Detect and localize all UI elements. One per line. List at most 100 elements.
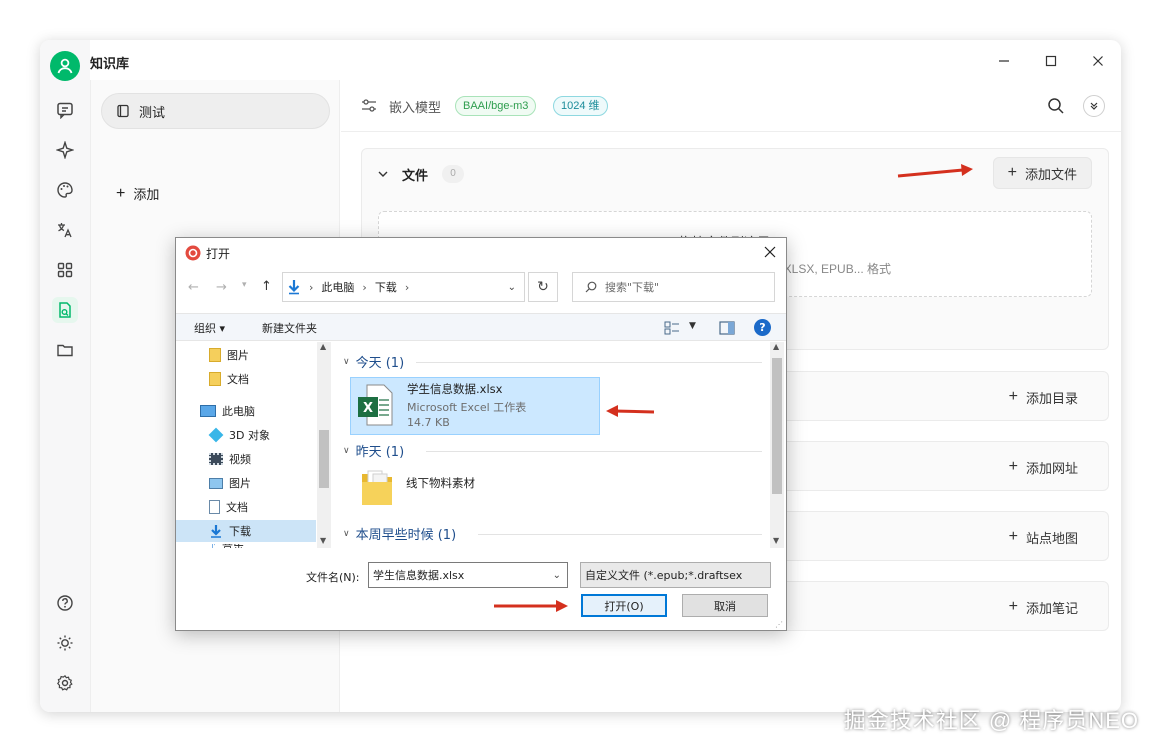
files-scrollbar[interactable]: ▲ ▼ bbox=[770, 342, 784, 548]
scroll-down-icon[interactable]: ▼ bbox=[773, 536, 779, 545]
forward-arrow-icon[interactable]: → bbox=[216, 280, 227, 295]
back-arrow-icon[interactable]: ← bbox=[188, 280, 199, 295]
add-directory-button[interactable]: + 添加目录 bbox=[995, 381, 1092, 413]
sparkle-icon[interactable] bbox=[52, 137, 78, 163]
nav-item-pictures[interactable]: 图片 bbox=[176, 472, 316, 494]
file-size: 14.7 KB bbox=[407, 416, 450, 429]
user-icon bbox=[57, 58, 73, 74]
nav-item-documents-quick[interactable]: 文档 bbox=[176, 368, 316, 390]
cancel-button[interactable]: 取消 bbox=[682, 594, 768, 617]
group-title: 昨天 (1) bbox=[355, 445, 405, 460]
download-arrow-icon bbox=[288, 280, 300, 295]
svg-text:X: X bbox=[363, 401, 373, 416]
add-note-label: 添加笔记 bbox=[1025, 600, 1078, 616]
app-title: 知识库 bbox=[90, 56, 130, 71]
group-divider bbox=[478, 534, 762, 535]
nav-item-music[interactable]: ♪ 音乐 bbox=[176, 544, 316, 548]
plus-icon: + bbox=[1008, 388, 1018, 405]
address-bar[interactable]: › 此电脑 › 下载 › ⌄ bbox=[282, 272, 525, 302]
nav-scrollbar[interactable]: ▲ ▼ bbox=[317, 342, 331, 548]
sidebar-item-label: 测试 bbox=[139, 104, 166, 120]
pictures-icon bbox=[209, 477, 223, 489]
folder-icon[interactable] bbox=[52, 337, 78, 363]
settings-icon[interactable] bbox=[52, 670, 78, 696]
view-options-icon[interactable] bbox=[664, 321, 680, 335]
palette-icon[interactable] bbox=[52, 177, 78, 203]
close-button[interactable] bbox=[1085, 50, 1111, 72]
watermark: 掘金技术社区 @ 程序员NEO bbox=[843, 708, 1139, 733]
nav-item-label: 文档 bbox=[227, 373, 249, 386]
new-folder-button[interactable]: 新建文件夹 bbox=[262, 320, 317, 336]
organize-menu[interactable]: 组织 ▾ bbox=[194, 320, 225, 336]
files-scroll-thumb[interactable] bbox=[772, 358, 782, 494]
group-yesterday[interactable]: ∨ 昨天 (1) bbox=[343, 441, 404, 460]
add-knowledge-button[interactable]: + 添加 bbox=[116, 184, 159, 203]
add-note-button[interactable]: + 添加笔记 bbox=[995, 591, 1092, 623]
add-directory-label: 添加目录 bbox=[1025, 390, 1078, 406]
chevron-double-down-icon bbox=[1090, 102, 1098, 110]
filename-input[interactable]: 学生信息数据.xlsx ⌄ bbox=[368, 562, 568, 588]
dialog-toolbar: 组织 ▾ 新建文件夹 ▼ ? bbox=[176, 313, 786, 341]
sliders-icon[interactable] bbox=[361, 98, 377, 114]
path-segment-downloads[interactable]: 下载 bbox=[375, 279, 397, 295]
nav-item-documents[interactable]: 文档 bbox=[176, 496, 316, 518]
add-url-button[interactable]: + 添加网址 bbox=[995, 451, 1092, 483]
view-dropdown-icon[interactable]: ▼ bbox=[689, 321, 696, 331]
open-button[interactable]: 打开(O) bbox=[581, 594, 667, 617]
add-knowledge-label: 添加 bbox=[133, 187, 160, 202]
group-earlier-this-week[interactable]: ∨ 本周早些时候 (1) bbox=[343, 524, 456, 543]
brightness-icon[interactable] bbox=[52, 630, 78, 656]
nav-item-3d-objects[interactable]: 3D 对象 bbox=[176, 424, 316, 446]
nav-item-videos[interactable]: 视频 bbox=[176, 448, 316, 470]
minimize-button[interactable] bbox=[991, 50, 1017, 72]
search-icon[interactable] bbox=[1047, 97, 1065, 115]
address-dropdown-icon[interactable]: ⌄ bbox=[508, 282, 516, 293]
group-title: 本周早些时候 (1) bbox=[355, 528, 457, 543]
up-arrow-icon[interactable]: ↑ bbox=[261, 279, 272, 294]
translate-icon[interactable] bbox=[52, 217, 78, 243]
recent-dropdown-icon[interactable]: ▾ bbox=[242, 280, 247, 290]
group-today[interactable]: ∨ 今天 (1) bbox=[343, 352, 404, 371]
knowledge-base-icon[interactable] bbox=[52, 297, 78, 323]
minimize-icon bbox=[999, 60, 1009, 62]
sitemap-button[interactable]: + 站点地图 bbox=[995, 521, 1092, 553]
nav-item-this-pc[interactable]: 此电脑 bbox=[176, 400, 316, 422]
help-icon[interactable] bbox=[52, 590, 78, 616]
maximize-button[interactable] bbox=[1038, 50, 1064, 72]
apps-grid-icon[interactable] bbox=[52, 257, 78, 283]
avatar[interactable] bbox=[50, 51, 80, 81]
dialog-close-icon[interactable] bbox=[764, 246, 776, 258]
refresh-icon: ↻ bbox=[537, 279, 549, 295]
folder-item[interactable]: 线下物料素材 bbox=[350, 466, 600, 514]
refresh-button[interactable]: ↻ bbox=[528, 272, 558, 302]
search-box[interactable]: 搜索"下载" bbox=[572, 272, 775, 302]
scroll-up-icon[interactable]: ▲ bbox=[320, 342, 326, 351]
help-icon[interactable]: ? bbox=[754, 319, 771, 336]
nav-item-pictures-quick[interactable]: 图片 bbox=[176, 344, 316, 366]
nav-scroll-thumb[interactable] bbox=[319, 430, 329, 488]
filetype-select[interactable]: 自定义文件 (*.epub;*.draftsex bbox=[580, 562, 771, 588]
filename-dropdown-icon[interactable]: ⌄ bbox=[553, 570, 561, 581]
book-icon bbox=[117, 104, 129, 118]
file-item-selected[interactable]: X 学生信息数据.xlsx Microsoft Excel 工作表 14.7 K… bbox=[350, 377, 600, 435]
chat-icon[interactable] bbox=[52, 97, 78, 123]
nav-item-label: 音乐 bbox=[222, 544, 244, 548]
nav-item-label: 文档 bbox=[226, 501, 248, 514]
resize-grip-icon[interactable]: ⋰ bbox=[775, 620, 783, 629]
filename-value: 学生信息数据.xlsx bbox=[373, 569, 465, 582]
nav-item-downloads[interactable]: 下载 bbox=[176, 520, 316, 542]
collapse-button[interactable] bbox=[1083, 95, 1105, 117]
sidebar-item-test[interactable]: 测试 bbox=[101, 93, 330, 129]
path-segment-pc[interactable]: 此电脑 bbox=[321, 279, 354, 295]
filename-label: 文件名(N): bbox=[306, 571, 360, 584]
download-arrow-icon bbox=[211, 525, 221, 538]
folder-with-files-icon bbox=[362, 470, 392, 505]
nav-item-label: 图片 bbox=[227, 349, 249, 362]
group-divider bbox=[426, 451, 762, 452]
chevron-down-icon[interactable] bbox=[378, 169, 388, 179]
preview-pane-icon[interactable] bbox=[719, 321, 735, 335]
scroll-down-icon[interactable]: ▼ bbox=[320, 536, 326, 545]
add-file-button[interactable]: + 添加文件 bbox=[992, 157, 1092, 189]
files-count-badge: 0 bbox=[442, 165, 464, 183]
scroll-up-icon[interactable]: ▲ bbox=[773, 342, 779, 351]
